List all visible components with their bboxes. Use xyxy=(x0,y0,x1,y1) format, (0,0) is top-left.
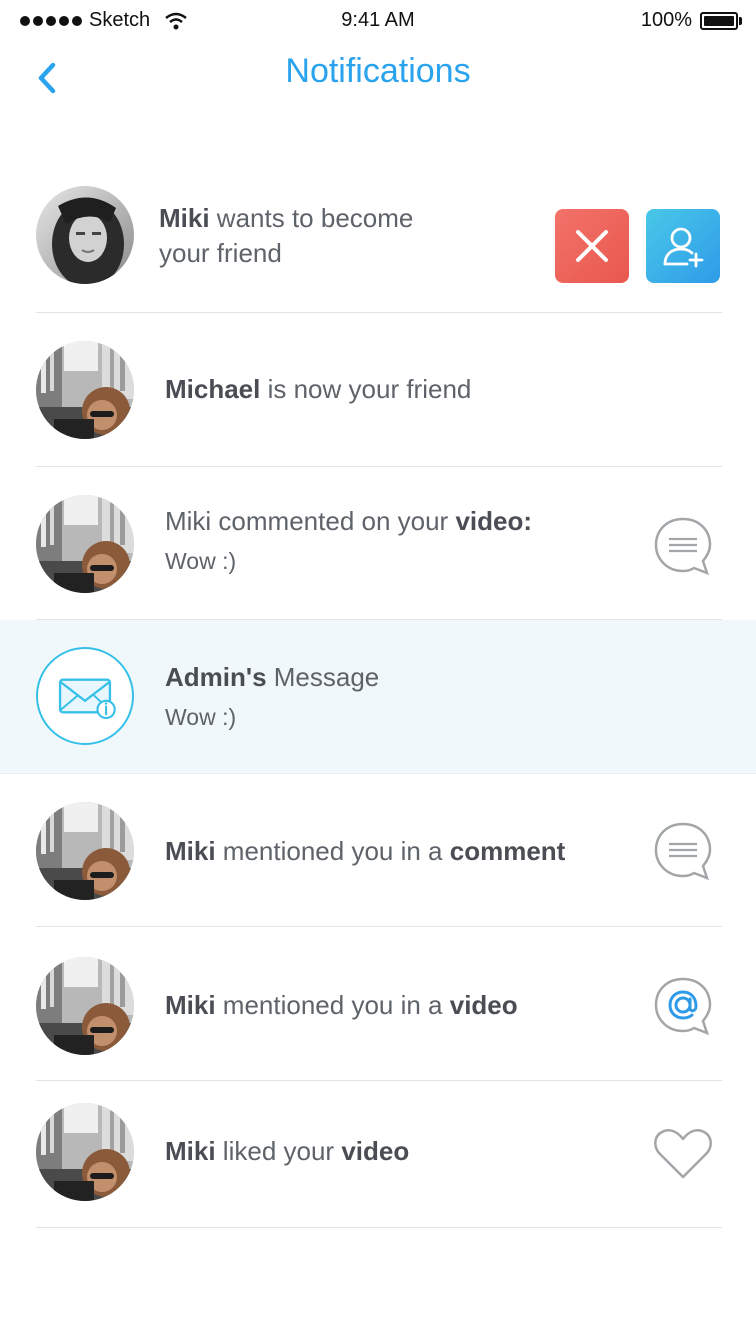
notification-object: video xyxy=(341,1136,410,1166)
user-name: Miki xyxy=(159,203,210,233)
notification-text: Admin's Message Wow :) xyxy=(165,660,379,731)
status-bar: Sketch 9:41 AM 100% xyxy=(0,0,756,40)
close-icon xyxy=(576,230,608,262)
chevron-left-icon xyxy=(38,62,56,94)
comment-preview: Wow :) xyxy=(165,548,237,574)
avatar xyxy=(36,186,134,284)
notification-text: Miki mentioned you in a video xyxy=(165,988,518,1023)
battery-icon xyxy=(700,11,742,30)
notification-message: mentioned you in a xyxy=(215,836,450,866)
reject-button[interactable] xyxy=(555,209,629,283)
notification-message: Miki commented on your xyxy=(165,506,456,536)
user-name: Miki xyxy=(165,836,216,866)
message-preview: Wow :) xyxy=(165,704,237,730)
user-name: Michael xyxy=(165,374,261,404)
notification-friend-request[interactable]: Miki wants to become your friend xyxy=(0,160,756,313)
heart-icon xyxy=(652,1123,714,1185)
notification-message: liked your xyxy=(215,1136,342,1166)
signal-icon xyxy=(20,15,82,26)
avatar xyxy=(36,495,134,593)
notification-mention-video[interactable]: Miki mentioned you in a video xyxy=(0,927,756,1081)
notification-object: video: xyxy=(455,506,533,536)
back-button[interactable] xyxy=(30,58,64,98)
notification-message: is now your friend xyxy=(260,374,472,404)
avatar xyxy=(36,802,134,900)
comment-icon xyxy=(652,820,714,882)
notification-message: mentioned you in a xyxy=(215,990,450,1020)
notification-admin-message[interactable]: Admin's Message Wow :) xyxy=(0,620,756,774)
notification-object: comment xyxy=(449,836,566,866)
notification-like[interactable]: Miki liked your video xyxy=(0,1081,756,1228)
notification-list: Miki wants to become your friend Michael … xyxy=(0,160,756,1228)
user-name: Miki xyxy=(165,990,216,1020)
mail-info-icon xyxy=(58,678,116,720)
wifi-icon xyxy=(165,12,187,29)
avatar xyxy=(36,1103,134,1201)
battery-percent: 100% xyxy=(640,9,692,31)
notification-text: Miki liked your video xyxy=(165,1134,409,1169)
carrier-name: Sketch xyxy=(89,9,151,31)
notification-text: Miki commented on your video: Wow :) xyxy=(165,504,532,575)
sender-name: Admin's xyxy=(165,662,267,692)
notification-text: Miki wants to become your friend xyxy=(159,201,413,271)
comment-icon xyxy=(652,515,714,577)
notification-text: Michael is now your friend xyxy=(165,372,471,407)
page-title: Notifications xyxy=(285,52,471,90)
admin-avatar xyxy=(36,647,134,745)
user-name: Miki xyxy=(165,1136,216,1166)
status-left: Sketch xyxy=(20,9,188,32)
notification-friend-accepted[interactable]: Michael is now your friend xyxy=(0,313,756,467)
divider xyxy=(36,1227,722,1228)
avatar xyxy=(36,341,134,439)
accept-button[interactable] xyxy=(646,209,720,283)
at-icon xyxy=(652,975,714,1037)
notification-comment[interactable]: Miki commented on your video: Wow :) xyxy=(0,467,756,620)
notification-text: Miki mentioned you in a comment xyxy=(165,834,565,869)
nav-bar: Notifications xyxy=(0,40,756,110)
add-user-icon xyxy=(663,227,704,268)
notification-mention-comment[interactable]: Miki mentioned you in a comment xyxy=(0,774,756,927)
notification-object: video xyxy=(449,990,518,1020)
notification-message-line2: your friend xyxy=(159,238,282,268)
notification-message: Message xyxy=(266,662,380,692)
status-right: 100% xyxy=(641,9,742,32)
avatar xyxy=(36,957,134,1055)
notification-message: wants to become xyxy=(209,203,414,233)
